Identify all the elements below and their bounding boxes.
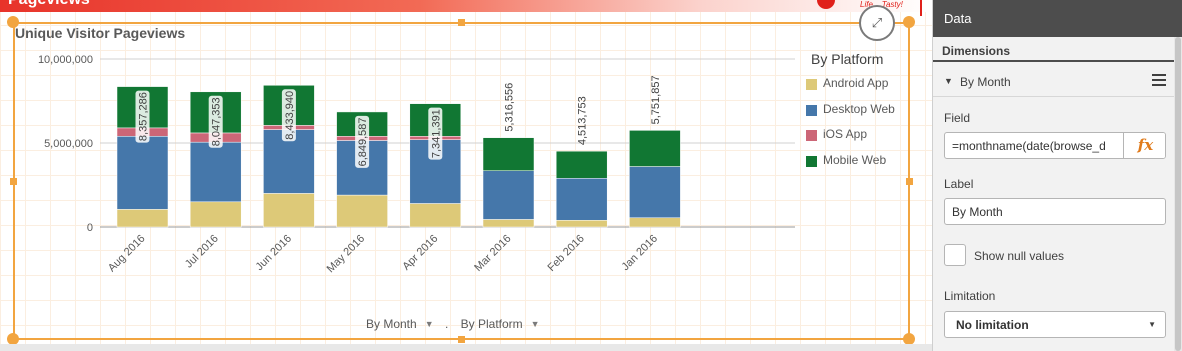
panel-header-title: Data [944,11,972,26]
panel-scrollbar-thumb[interactable] [1175,37,1181,351]
resize-handle-top[interactable] [458,19,465,26]
hamburger-menu-icon[interactable] [1152,74,1166,86]
field-expression-input[interactable]: =monthname(date(browse_d fx [944,132,1166,159]
fx-expression-button[interactable]: fx [1123,133,1165,158]
field-expression-value: =monthname(date(browse_d [952,139,1106,153]
dimensions-header: Dimensions [942,44,1011,58]
resize-handle-top-right[interactable] [903,16,915,28]
field-label: Field [944,111,971,125]
show-null-values-checkbox[interactable] [944,244,966,266]
canvas-scrollbar[interactable] [0,344,932,351]
resize-handle-top-left[interactable] [7,16,19,28]
sheet-canvas: Pageviews Life... Tasty! Unique Visitor … [0,0,932,351]
resize-handle-left[interactable] [10,178,17,185]
show-null-values-label: Show null values [974,249,1065,263]
panel-scrollbar[interactable] [1174,37,1182,351]
limitation-select[interactable]: No limitation ▼ [944,311,1166,338]
resize-handle-right[interactable] [906,178,913,185]
properties-panel: Data Dimensions ▼ By Month Field =monthn… [933,0,1182,351]
label-label: Label [944,177,974,191]
label-input[interactable]: By Month [944,198,1166,225]
dimension-name: By Month [960,75,1011,89]
dimension-row-by-month[interactable]: ▼ By Month [933,69,1174,97]
panel-header: Data [933,0,1182,37]
selection-frame [13,22,910,340]
dimensions-divider [933,60,1174,62]
resize-handle-bottom[interactable] [458,336,465,343]
caret-down-icon[interactable]: ▼ [944,76,953,86]
label-input-value: By Month [952,205,1003,219]
expand-arrows-icon[interactable]: ⤢ [859,5,895,41]
limitation-label: Limitation [944,289,996,303]
caret-down-icon: ▼ [1148,320,1156,329]
limitation-value: No limitation [956,318,1029,332]
